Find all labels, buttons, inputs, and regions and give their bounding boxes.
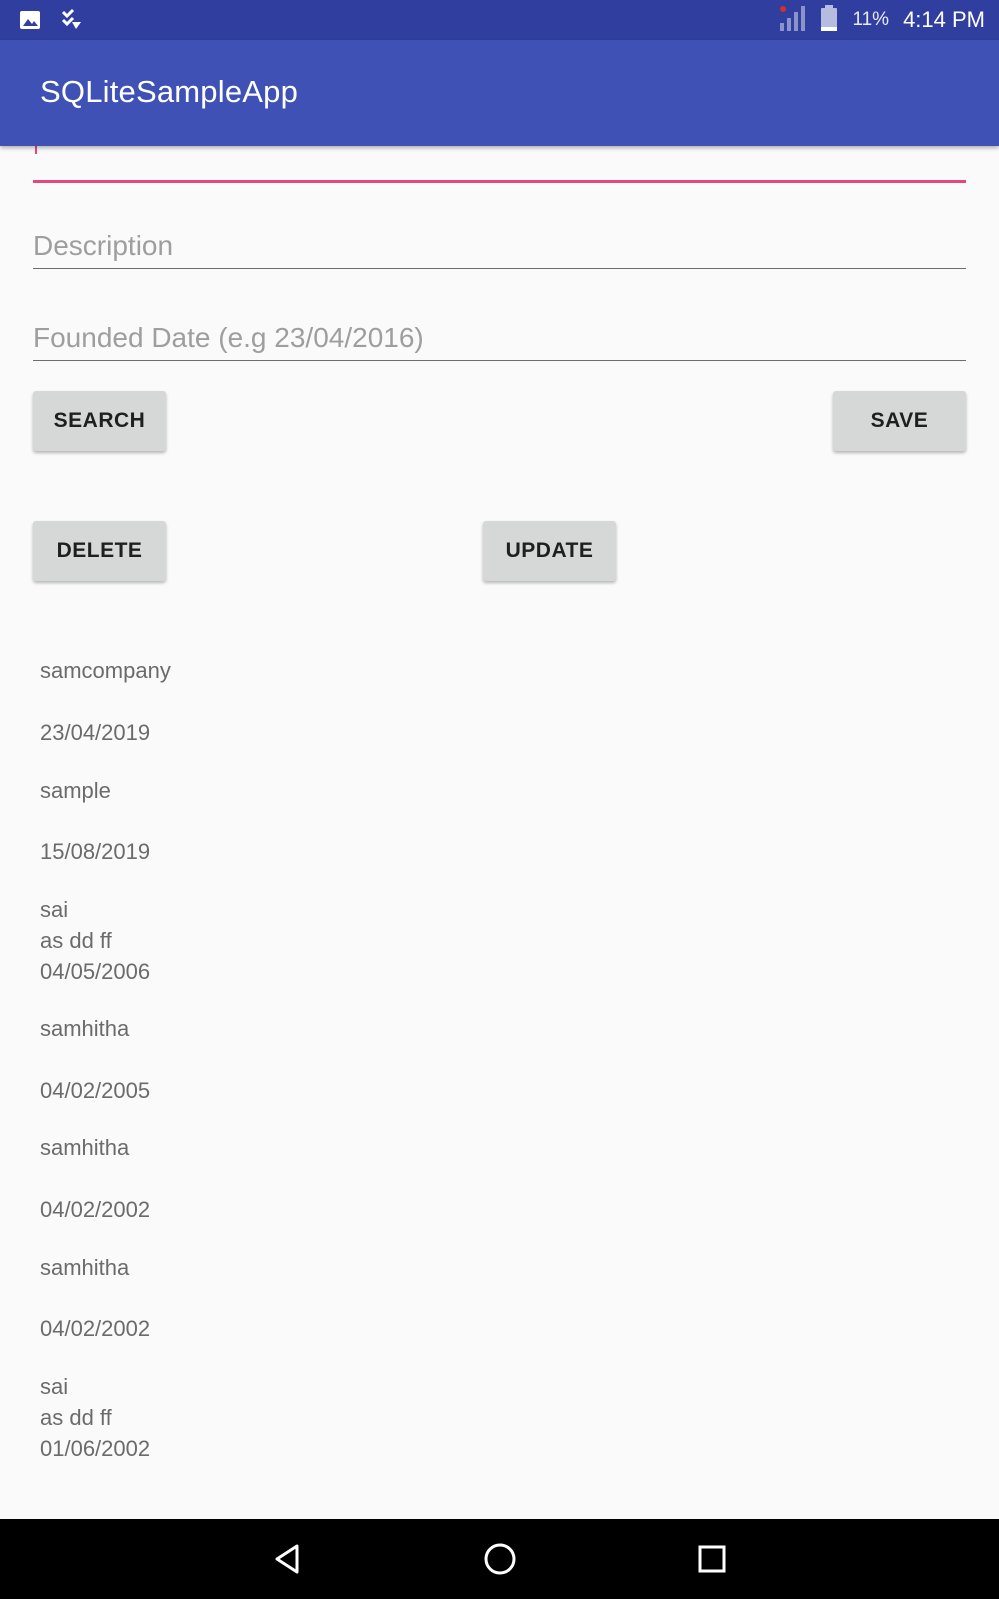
search-button[interactable]: SEARCH xyxy=(33,391,166,451)
record-line: samhitha xyxy=(40,1255,130,1280)
battery-icon xyxy=(820,4,838,36)
battery-percent: 11% xyxy=(852,9,890,30)
record-line: 04/05/2006 xyxy=(40,959,151,984)
signal-icon xyxy=(778,5,806,36)
record-line: samhitha xyxy=(40,1016,130,1041)
description-field[interactable] xyxy=(33,216,966,269)
record-line: as dd ff xyxy=(40,928,112,953)
update-button[interactable]: UPDATE xyxy=(483,521,616,581)
record-line: sai xyxy=(40,1374,69,1399)
record-line: samcompany xyxy=(40,658,171,683)
recents-button[interactable] xyxy=(672,1519,752,1599)
status-bar: 11% 4:14 PM xyxy=(0,0,999,40)
description-input[interactable] xyxy=(33,230,966,262)
save-button[interactable]: SAVE xyxy=(833,391,966,451)
app-bar: SQLiteSampleApp xyxy=(0,40,999,146)
record-line: 04/02/2002 xyxy=(40,1197,151,1222)
clock: 4:14 PM xyxy=(903,7,985,32)
home-button[interactable] xyxy=(460,1519,540,1599)
record-line: sample xyxy=(40,778,111,803)
navigation-bar xyxy=(0,1519,999,1599)
record-line: 23/04/2019 xyxy=(40,720,151,745)
record-line: 04/02/2005 xyxy=(40,1078,151,1103)
record-line: as dd ff xyxy=(40,1405,112,1430)
founded-date-input[interactable] xyxy=(33,322,966,354)
name-input[interactable] xyxy=(33,142,966,174)
recents-icon xyxy=(698,1545,726,1573)
back-icon xyxy=(275,1544,299,1574)
record-line: samhitha xyxy=(40,1135,130,1160)
back-button[interactable] xyxy=(247,1519,327,1599)
record-line: sai xyxy=(40,897,69,922)
record-line: 15/08/2019 xyxy=(40,839,151,864)
home-icon xyxy=(484,1543,516,1575)
record-line: 04/02/2002 xyxy=(40,1316,151,1341)
gallery-icon xyxy=(18,8,42,37)
checklist-icon xyxy=(60,8,84,37)
app-title: SQLiteSampleApp xyxy=(40,74,299,109)
founded-date-field[interactable] xyxy=(33,308,966,361)
delete-button[interactable]: DELETE xyxy=(33,521,166,581)
record-line: 01/06/2002 xyxy=(40,1436,151,1461)
